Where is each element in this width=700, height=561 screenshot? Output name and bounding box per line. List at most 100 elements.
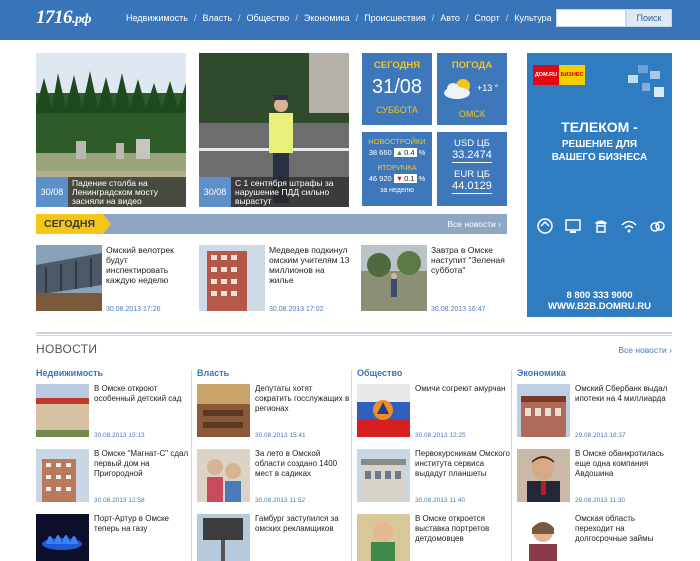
hero-news-2[interactable]: 30/08 С 1 сентября штрафы за нарушение П… [199,53,349,207]
today-card: Завтра в Омске наступит "Зеленая суббота… [361,245,511,317]
today-card-title[interactable]: Омский велотрек будут инспектировать каж… [106,245,188,285]
news-card-thumb[interactable] [517,449,570,502]
today-section-label: СЕГОДНЯ [36,214,112,234]
news-card-title[interactable]: Гамбург заступился за омских рекламщиков [255,514,351,534]
nav-item-nedvizhimost[interactable]: Недвижимость [126,13,188,23]
realty-widget[interactable]: НОВОСТРОЙКИ 38 660 ▲ 0.4 % ВТОРИЧКА 46 92… [362,132,432,206]
logo-suffix: .рф [72,12,92,27]
column-heading-nedvizhimost[interactable]: Недвижимость [36,368,103,378]
billboard-image [197,514,250,561]
column-heading-obshchestvo[interactable]: Общество [357,368,402,378]
news-card-thumb[interactable] [197,449,250,502]
news-card: В Омске обанкротилась еще одна компания … [517,449,667,507]
ad-banner[interactable]: ДОМ.RU БИЗНЕС ТЕЛЕКОМ - РЕШЕНИЕ ДЛЯ ВАШЕГ… [527,53,672,317]
tv-icon [565,219,581,233]
logo-text: 1716 [36,7,73,28]
new-building-image [36,449,89,502]
today-card-title[interactable]: Завтра в Омске наступит "Зеленая суббота… [431,245,513,275]
today-section-bar: СЕГОДНЯ Все новости › [36,214,507,234]
ad-phone: 8 800 333 9000 [566,290,633,301]
news-card-thumb[interactable] [197,514,250,561]
column-heading-vlast[interactable]: Власть [197,368,229,378]
news-card: Омичи согреют амурчан 30.08.2013 12:25 [357,384,507,442]
new-buildings-label: НОВОСТРОЙКИ [368,137,426,146]
column-heading-ekonomika[interactable]: Экономика [517,368,566,378]
today-card-date: 30.08.2013 16:47 [431,306,486,313]
hero-caption[interactable]: С 1 сентября штрафы за нарушение ПДД сил… [231,177,349,207]
eur-value: 44.0129 [452,180,492,194]
ad-pixel-decoration [628,65,664,97]
news-card-thumb[interactable] [36,384,89,437]
today-card-date: 30.08.2013 17:26 [106,306,161,313]
child-portrait-image [357,514,410,561]
nav-item-vlast[interactable]: Власть [202,13,232,23]
nav-item-kultura[interactable]: Культура [514,13,551,23]
news-card: Депутаты хотят сократить госслужащих в р… [197,384,349,442]
currency-widget[interactable]: USD ЦБ 33.2474 EUR ЦБ 44.0129 [437,132,507,206]
nav-item-avto[interactable]: Авто [440,13,460,23]
news-card-date: 30.08.2013 11:40 [415,497,466,504]
nav-item-proisshestviya[interactable]: Происшествия [364,13,426,23]
cloud-sun-icon [444,79,470,99]
news-card-title[interactable]: Омская область переходит на долгосрочные… [575,514,671,544]
today-card-thumb[interactable] [36,245,102,311]
news-card-title[interactable]: За лето в Омской области создано 1400 ме… [255,449,351,479]
news-card-title[interactable]: Омский Сбербанк выдал ипотеки на 4 милли… [575,384,671,404]
news-card-thumb[interactable] [357,449,410,502]
news-card-title[interactable]: В Омске откроют особенный детский сад [94,384,190,404]
nav-item-sport[interactable]: Спорт [474,13,499,23]
search-button[interactable]: Поиск [626,9,672,27]
news-card-thumb[interactable] [517,514,570,561]
usd-label: USD ЦБ [454,138,490,149]
ad-logo-business: БИЗНЕС [559,65,585,85]
news-all-link[interactable]: Все новости › [618,345,672,355]
news-card-thumb[interactable] [197,384,250,437]
today-card-title[interactable]: Медведев подкинул омским учителям 13 мил… [269,245,351,285]
news-section-title: НОВОСТИ [36,342,98,356]
news-card: В Омске откроется выставка портретов дет… [357,514,507,561]
news-card-title[interactable]: В Омске "Магнат-С" сдал первый дом на Пр… [94,449,190,479]
news-card-thumb[interactable] [357,384,410,437]
news-card-date: 30.08.2013 12:58 [94,497,145,504]
weather-city: ОМСК [458,109,486,119]
today-widget: СЕГОДНЯ 31/08 СУББОТА [362,53,432,125]
news-card-title[interactable]: Омичи согреют амурчан [415,384,511,394]
cleanup-image [361,245,427,311]
column-divider [511,370,512,561]
news-card-thumb[interactable] [36,449,89,502]
news-card: Порт-Артур в Омске теперь на газу [36,514,186,561]
news-card: В Омске откроют особенный детский сад 30… [36,384,186,442]
nav-item-obshchestvo[interactable]: Общество [247,13,290,23]
hero-news-1[interactable]: 30/08 Падение столба на Ленинградском мо… [36,53,186,207]
usd-value: 33.2474 [452,149,492,163]
column-divider [191,370,192,561]
news-card-title[interactable]: В Омске откроется выставка портретов дет… [415,514,511,544]
news-card: В Омске "Магнат-С" сдал первый дом на Пр… [36,449,188,507]
per-week-label: за неделю [380,187,414,194]
news-card-thumb[interactable] [517,384,570,437]
news-card-thumb[interactable] [357,514,410,561]
news-card-title[interactable]: В Омске обанкротилась еще одна компания … [575,449,671,479]
hero-date: 30/08 [199,177,231,207]
hero-caption[interactable]: Падение столба на Ленинградском мосту за… [68,177,186,207]
today-card-thumb[interactable] [199,245,265,311]
apartment-building-image [199,245,265,311]
header-bar: 1716.рф Недвижимость / Власть / Общество / … [0,0,700,40]
new-buildings-change: ▲ 0.4 [393,148,417,157]
nav-item-ekonomika[interactable]: Экономика [304,13,350,23]
nav-separator: / [505,13,509,23]
news-card-title[interactable]: Первокурсникам Омского института сервиса… [415,449,511,479]
percent-sign: % [418,148,426,157]
search-input[interactable] [556,9,626,27]
site-logo[interactable]: 1716.рф [36,7,92,29]
news-card-date: 30.08.2013 12:25 [415,432,466,439]
news-card-thumb[interactable] [36,514,89,561]
news-card-title[interactable]: Депутаты хотят сократить госслужащих в р… [255,384,351,414]
today-card: Медведев подкинул омским учителям 13 мил… [199,245,349,317]
weather-widget[interactable]: ПОГОДА +13 ° ОМСК [437,53,507,125]
news-card-title[interactable]: Порт-Артур в Омске теперь на газу [94,514,190,534]
internet-icon [537,218,553,234]
today-card-thumb[interactable] [361,245,427,311]
today-all-news-link[interactable]: Все новости › [447,219,501,229]
main-nav: Недвижимость / Власть / Общество / Экономик… [126,13,552,23]
